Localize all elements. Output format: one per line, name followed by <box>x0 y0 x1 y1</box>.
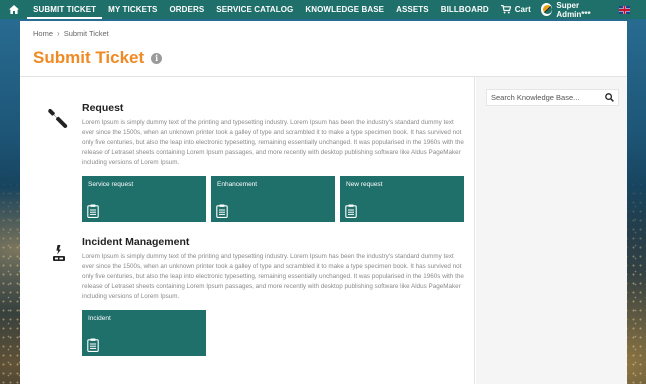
nav-orders[interactable]: ORDERS <box>163 0 210 19</box>
nav-my-tickets[interactable]: MY TICKETS <box>102 0 163 19</box>
info-icon[interactable]: i <box>151 52 163 64</box>
nav-knowledge-base[interactable]: KNOWLEDGE BASE <box>299 0 390 19</box>
card-label: Incident <box>88 315 111 322</box>
card-enhancement[interactable]: Enhancement <box>211 176 335 222</box>
wrench-icon <box>48 108 68 128</box>
knowledge-base-sidebar <box>476 77 627 384</box>
cart-icon <box>500 5 511 14</box>
nav-service-catalog[interactable]: SERVICE CATALOG <box>210 0 299 19</box>
section-description: Lorem Ipsum is simply dummy text of the … <box>82 119 464 166</box>
section-title: Request <box>82 102 124 114</box>
knowledge-base-search <box>486 89 619 106</box>
ticket-categories: Request Lorem Ipsum is simply dummy text… <box>20 77 475 384</box>
main-panel: Home › Submit Ticket Submit Ticket i Req… <box>20 21 627 384</box>
content-area: Request Lorem Ipsum is simply dummy text… <box>20 77 627 384</box>
section-request: Request Lorem Ipsum is simply dummy text… <box>20 77 475 227</box>
clipboard-icon <box>216 204 228 218</box>
card-label: Service request <box>88 181 134 188</box>
section-incident-management: Incident Management Lorem Ipsum is simpl… <box>20 227 475 384</box>
card-incident[interactable]: Incident <box>82 310 206 356</box>
cart-button[interactable]: Cart <box>495 5 541 14</box>
section-description: Lorem Ipsum is simply dummy text of the … <box>82 253 464 300</box>
card-new-request[interactable]: New request <box>340 176 464 222</box>
avatar <box>540 3 553 16</box>
clipboard-icon <box>87 338 99 352</box>
top-navigation: SUBMIT TICKET MY TICKETS ORDERS SERVICE … <box>0 0 646 19</box>
nav-submit-ticket[interactable]: SUBMIT TICKET <box>27 0 103 19</box>
nav-billboard[interactable]: BILLBOARD <box>435 0 495 19</box>
chevron-right-icon: › <box>57 29 60 38</box>
card-label: Enhancement <box>217 181 258 188</box>
user-menu[interactable]: Super Admin*** <box>540 0 619 19</box>
page-title: Submit Ticket <box>33 48 145 67</box>
uk-flag-icon[interactable] <box>619 5 630 14</box>
nav-assets[interactable]: ASSETS <box>390 0 435 19</box>
card-label: New request <box>346 181 383 188</box>
breadcrumb: Home › Submit Ticket <box>33 29 627 38</box>
cart-label: Cart <box>514 5 531 14</box>
search-icon[interactable] <box>605 93 614 102</box>
breadcrumb-home[interactable]: Home <box>33 29 53 38</box>
search-input[interactable] <box>491 93 605 102</box>
home-button[interactable] <box>0 0 27 19</box>
card-service-request[interactable]: Service request <box>82 176 206 222</box>
page-header: Home › Submit Ticket Submit Ticket i <box>20 21 627 77</box>
home-icon <box>8 5 19 14</box>
clipboard-icon <box>345 204 357 218</box>
user-name: Super Admin*** <box>556 0 591 19</box>
section-title: Incident Management <box>82 236 190 248</box>
clipboard-icon <box>87 204 99 218</box>
incident-icon <box>53 245 65 261</box>
breadcrumb-current: Submit Ticket <box>63 29 109 38</box>
